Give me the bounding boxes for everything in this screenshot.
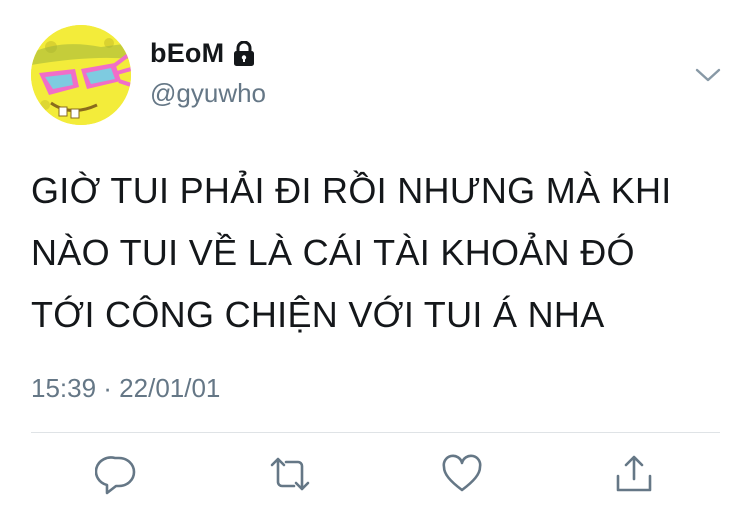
lock-icon: [232, 40, 256, 67]
display-name[interactable]: bEoM: [150, 38, 256, 69]
display-name-text: bEoM: [150, 38, 225, 68]
chevron-down-icon[interactable]: [694, 62, 722, 86]
divider: [31, 432, 720, 433]
share-icon[interactable]: [612, 452, 656, 496]
avatar-image: [31, 25, 131, 125]
user-handle[interactable]: @gyuwho: [150, 78, 266, 109]
tweet-text-line: GIỜ TUI PHẢI ĐI RỒI NHƯNG MÀ KHI: [31, 170, 672, 211]
tweet-timestamp[interactable]: 15:39 · 22/01/01: [31, 373, 220, 404]
tweet-text-line: NÀO TUI VỀ LÀ CÁI TÀI KHOẢN ĐÓ: [31, 232, 635, 273]
reply-icon[interactable]: [94, 452, 139, 496]
tweet-text: GIỜ TUI PHẢI ĐI RỒI NHƯNG MÀ KHI NÀO TUI…: [31, 160, 721, 346]
avatar[interactable]: [31, 25, 131, 125]
action-bar: [0, 452, 750, 502]
like-icon[interactable]: [440, 452, 484, 496]
retweet-icon[interactable]: [268, 452, 312, 496]
tweet-text-line: TỚI CÔNG CHIỆN VỚI TUI Á NHA: [31, 294, 605, 335]
